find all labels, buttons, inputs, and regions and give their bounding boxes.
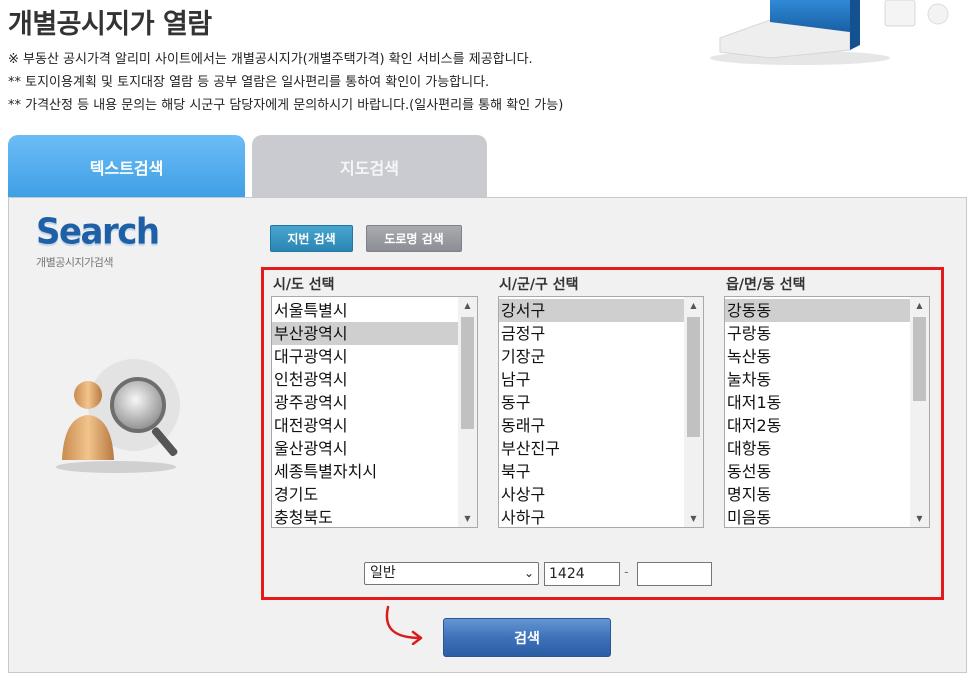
search-person-illustration [56, 355, 186, 475]
search-logo-subtitle: 개별공시지가검색 [36, 256, 113, 269]
scrollbar[interactable]: ▲ ▼ [684, 297, 703, 527]
scroll-up-icon[interactable]: ▲ [684, 297, 703, 314]
notice-line: ** 가격산정 등 내용 문의는 해당 시군구 담당자에게 문의하시기 바랍니다… [8, 98, 564, 113]
lot-type-select[interactable]: 일반 ⌄ [364, 562, 539, 585]
list-item[interactable]: 눌차동 [725, 368, 910, 391]
list-item[interactable]: 금정구 [499, 322, 684, 345]
list-item[interactable]: 경기도 [272, 483, 458, 506]
page-title: 개별공시지가 열람 [8, 9, 212, 40]
tab-text-search[interactable]: 텍스트검색 [8, 135, 245, 198]
notice-line: ** 토지이용계획 및 토지대장 열람 등 공부 열람은 일사편리를 통하여 확… [8, 75, 490, 90]
scroll-thumb[interactable] [913, 317, 926, 401]
list-item[interactable]: 부산진구 [499, 437, 684, 460]
scroll-up-icon[interactable]: ▲ [910, 297, 929, 314]
list-item[interactable]: 녹산동 [725, 345, 910, 368]
list-item[interactable]: 미음동 [725, 506, 910, 527]
list-item[interactable]: 남구 [499, 368, 684, 391]
list-item[interactable]: 대항동 [725, 437, 910, 460]
list-item[interactable]: 부산광역시 [272, 322, 458, 345]
lot-number-separator: - [624, 565, 629, 580]
scroll-down-icon[interactable]: ▼ [458, 510, 477, 527]
eupmyeondong-listbox[interactable]: 강동동 구랑동 녹산동 눌차동 대저1동 대저2동 대항동 동선동 명지동 미음… [724, 296, 930, 528]
list-item[interactable]: 인천광역시 [272, 368, 458, 391]
tab-map-search[interactable]: 지도검색 [252, 135, 487, 198]
lot-type-value: 일반 [370, 565, 396, 581]
notice-list: ※ 부동산 공시가격 알리미 사이트에서는 개별공시지가(개별주택가격) 확인 … [8, 48, 563, 117]
list-item[interactable]: 동래구 [499, 414, 684, 437]
list-item[interactable]: 사상구 [499, 483, 684, 506]
scroll-thumb[interactable] [687, 317, 700, 437]
sigungu-listbox[interactable]: 강서구 금정구 기장군 남구 동구 동래구 부산진구 북구 사상구 사하구 ▲ … [498, 296, 704, 528]
scroll-down-icon[interactable]: ▼ [910, 510, 929, 527]
list-item[interactable]: 대구광역시 [272, 345, 458, 368]
list-item[interactable]: 충청북도 [272, 506, 458, 527]
list-item[interactable]: 북구 [499, 460, 684, 483]
eupmyeondong-header: 읍/면/동 선택 [726, 277, 806, 293]
list-item[interactable]: 대저2동 [725, 414, 910, 437]
sido-listbox[interactable]: 서울특별시 부산광역시 대구광역시 인천광역시 광주광역시 대전광역시 울산광역… [271, 296, 478, 528]
scroll-down-icon[interactable]: ▼ [684, 510, 703, 527]
scrollbar[interactable]: ▲ ▼ [910, 297, 929, 527]
list-item[interactable]: 강서구 [499, 299, 684, 322]
list-item[interactable]: 동구 [499, 391, 684, 414]
sido-header: 시/도 선택 [273, 277, 335, 293]
road-name-search-button[interactable]: 도로명 검색 [366, 225, 462, 252]
scrollbar[interactable]: ▲ ▼ [458, 297, 477, 527]
search-button[interactable]: 검색 [443, 618, 611, 657]
header-decoration-image [700, 0, 970, 66]
search-logo-text: Search [36, 211, 160, 253]
scroll-thumb[interactable] [461, 317, 474, 429]
chevron-down-icon: ⌄ [523, 566, 534, 580]
list-item[interactable]: 대전광역시 [272, 414, 458, 437]
list-item[interactable]: 서울특별시 [272, 299, 458, 322]
main-lot-number-input[interactable]: 1424 [544, 562, 620, 586]
jibeon-search-button[interactable]: 지번 검색 [270, 225, 353, 252]
scroll-up-icon[interactable]: ▲ [458, 297, 477, 314]
list-item[interactable]: 대저1동 [725, 391, 910, 414]
pointer-arrow-icon [385, 605, 423, 645]
list-item[interactable]: 광주광역시 [272, 391, 458, 414]
list-item[interactable]: 사하구 [499, 506, 684, 527]
list-item[interactable]: 명지동 [725, 483, 910, 506]
list-item[interactable]: 동선동 [725, 460, 910, 483]
sigungu-header: 시/군/구 선택 [499, 277, 579, 293]
search-logo: Search 개별공시지가검색 [36, 211, 160, 270]
list-item[interactable]: 강동동 [725, 299, 910, 322]
list-item[interactable]: 세종특별자치시 [272, 460, 458, 483]
list-item[interactable]: 구랑동 [725, 322, 910, 345]
list-item[interactable]: 기장군 [499, 345, 684, 368]
sub-lot-number-input[interactable] [637, 562, 712, 586]
notice-line: ※ 부동산 공시가격 알리미 사이트에서는 개별공시지가(개별주택가격) 확인 … [8, 52, 533, 67]
list-item[interactable]: 울산광역시 [272, 437, 458, 460]
